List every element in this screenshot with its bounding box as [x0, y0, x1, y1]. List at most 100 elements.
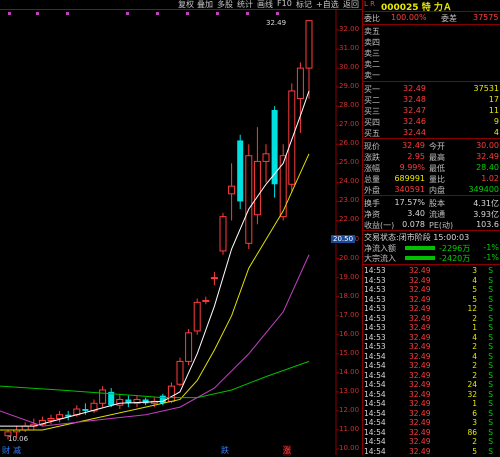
tick-row: 14:54 32.49 4 S [364, 351, 493, 361]
stock-prefix: L R [364, 0, 375, 8]
candlestick-plot [0, 10, 339, 455]
tick-row: 14:54 32.49 2 S [364, 361, 493, 370]
buy-level[interactable]: 买一 32.49 37531 [363, 84, 500, 94]
fund-flow-row: 大宗流入 -2420万 -1% [364, 253, 499, 263]
y-tick-label: 20.00 [339, 253, 360, 262]
sell-level[interactable]: 卖四 [363, 37, 500, 47]
tick-row: 14:53 32.49 5 S [364, 285, 493, 294]
current-price-tag: 20.50 [331, 235, 356, 243]
y-tick-label: 15.00 [339, 348, 360, 357]
y-tick-label: 30.00 [339, 63, 360, 72]
candle [47, 414, 55, 425]
event-marker-die[interactable]: 跌 [221, 445, 229, 456]
tick-row: 14:54 32.49 2 S [364, 437, 493, 446]
y-tick-label: 12.00 [339, 405, 360, 414]
tick-row: 14:54 32.49 32 S [364, 389, 493, 399]
low-price-label: 10.06 [8, 435, 29, 443]
y-tick-label: 26.00 [339, 139, 360, 148]
kline-chart[interactable]: 复权 叠加 多股 统计 画线 F10 标记 +自选 返回 32.00 31.00 3… [0, 0, 362, 456]
candle [202, 296, 210, 305]
stat-row: 净资 3.40 流通 3.93亿 [364, 209, 499, 219]
quote-panel: L R 000025 特 力Ａ 委比 100.00% 委差 37575 卖五 卖四… [362, 0, 500, 456]
stat-row: 涨跌 2.95 最高 32.49 [364, 152, 499, 162]
candle [288, 83, 296, 192]
buy-level[interactable]: 买四 32.46 9 [363, 117, 500, 127]
buy-level[interactable]: 买五 32.44 4 [363, 128, 500, 138]
stat-row: 换手 17.57% 股本 4.31亿 [364, 198, 499, 208]
tick-row: 14:53 32.49 4 S [364, 332, 493, 342]
sell-level[interactable]: 卖三 [363, 48, 500, 58]
candle [133, 395, 141, 408]
tick-row: 14:54 32.49 3 S [364, 418, 493, 427]
tick-row: 14:53 32.49 5 S [364, 294, 493, 304]
buy-level[interactable]: 买三 32.47 11 [363, 106, 500, 116]
candle [167, 382, 175, 404]
candle [219, 212, 227, 255]
sell-level[interactable]: 卖五 [363, 26, 500, 36]
y-tick-label: 17.00 [339, 310, 360, 319]
stock-title: L R 000025 特 力Ａ [363, 0, 500, 13]
candle [185, 329, 193, 366]
sell-level[interactable]: 卖一 [363, 70, 500, 80]
ma10-line [0, 153, 310, 431]
high-price-label: 32.49 [266, 19, 287, 27]
candle [193, 298, 201, 335]
tick-row: 14:54 32.49 1 S [364, 399, 493, 408]
weibi-row: 委比 100.00% 委差 37575 [364, 13, 499, 23]
stat-row: 涨幅 9.99% 最低 28.40 [364, 163, 499, 173]
candle [228, 163, 236, 221]
candle [116, 393, 124, 410]
tick-row: 14:53 32.49 4 S [364, 275, 493, 285]
event-marker-cai[interactable]: 财 [2, 445, 10, 456]
y-tick-label: 32.00 [339, 25, 360, 33]
y-tick-label: 27.00 [339, 120, 360, 129]
buy-level[interactable]: 买二 32.48 17 [363, 95, 500, 105]
candle [56, 410, 64, 423]
tick-row: 14:54 32.49 2 S [364, 370, 493, 380]
tick-row: 14:53 32.49 2 S [364, 342, 493, 351]
candle [65, 410, 72, 421]
y-tick-label: 22.00 [339, 215, 360, 224]
stat-row: 收益(一) 0.078 PE(动) 103.6 [364, 220, 499, 230]
tick-row: 14:54 32.49 5 S [364, 446, 493, 456]
candle [108, 388, 115, 408]
candle [279, 144, 287, 221]
y-tick-label: 25.00 [339, 158, 360, 167]
y-tick-label: 24.00 [339, 177, 360, 186]
event-marker-jian[interactable]: 减 [13, 445, 21, 456]
y-tick-label: 10.00 [339, 444, 360, 452]
stat-row: 总量 689991 量比 1.02 [364, 174, 499, 184]
tick-row: 14:54 32.49 86 S [364, 427, 493, 437]
tick-row: 14:53 32.49 3 S [364, 266, 493, 275]
y-tick-label: 23.00 [339, 196, 360, 205]
y-tick-label: 13.00 [339, 386, 360, 395]
tick-row: 14:54 32.49 6 S [364, 408, 493, 418]
stat-row: 外盘 340591 内盘 349400 [364, 185, 499, 195]
fund-flow-row: 净流入额 -2296万 -1% [364, 243, 499, 253]
sell-level[interactable]: 卖二 [363, 59, 500, 69]
y-tick-label: 11.00 [339, 424, 360, 433]
y-tick-label: 19.00 [339, 272, 360, 281]
flow-bar [405, 256, 435, 260]
y-tick-label: 18.00 [339, 291, 360, 300]
flow-bar [405, 246, 435, 250]
candle [142, 397, 149, 406]
candle [271, 106, 278, 198]
candle [99, 386, 107, 408]
tick-row: 14:53 32.49 12 S [364, 304, 493, 313]
candle [262, 144, 270, 183]
y-tick-label: 28.00 [339, 101, 360, 110]
ma5-line [0, 90, 310, 427]
y-tick-label: 31.00 [339, 44, 360, 53]
candle [253, 127, 261, 225]
candle [125, 395, 132, 408]
y-tick-label: 29.00 [339, 82, 360, 91]
ma60-line [0, 360, 310, 399]
event-marker-zhang[interactable]: 涨 [283, 445, 291, 456]
y-tick-label: 16.00 [339, 329, 360, 338]
stat-row: 现价 32.49 今开 30.00 [364, 141, 499, 151]
candle [305, 20, 313, 99]
candle [245, 144, 253, 250]
tick-row: 14:53 32.49 2 S [364, 313, 493, 323]
candle [210, 271, 218, 286]
